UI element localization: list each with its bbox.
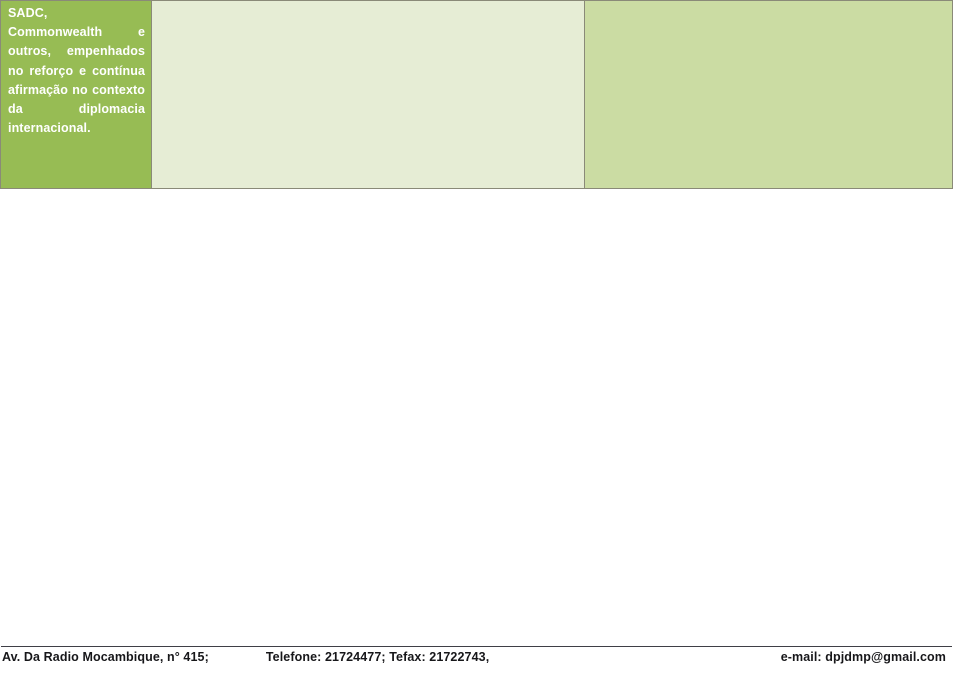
content-table: SADC, Commonwealth e outros, empenhados … xyxy=(0,0,953,189)
footer-content: Av. Da Radio Mocambique, n° 415; Telefon… xyxy=(0,650,960,664)
footer-phone: Telefone: 21724477; Tefax: 21722743, xyxy=(265,650,490,664)
institutions-cell-body: SADC, Commonwealth e outros, empenhados … xyxy=(8,6,145,117)
footer-email[interactable]: e-mail: dpjdmp@gmail.com xyxy=(781,650,946,664)
middle-cell-text xyxy=(152,1,584,4)
footer-address: Av. Da Radio Mocambique, n° 415; xyxy=(2,650,209,664)
table-cell-middle-empty xyxy=(151,0,585,189)
table-cell-right-empty xyxy=(584,0,953,189)
institutions-cell-last-line: internacional. xyxy=(8,121,91,136)
table-row: SADC, Commonwealth e outros, empenhados … xyxy=(0,0,953,189)
document-page: SADC, Commonwealth e outros, empenhados … xyxy=(0,0,960,676)
footer-divider xyxy=(1,646,952,647)
page-footer: Av. Da Radio Mocambique, n° 415; Telefon… xyxy=(0,646,960,676)
table-body: SADC, Commonwealth e outros, empenhados … xyxy=(0,0,953,189)
table-cell-institutions: SADC, Commonwealth e outros, empenhados … xyxy=(0,0,152,189)
right-cell-text xyxy=(585,1,952,4)
institutions-cell-text: SADC, Commonwealth e outros, empenhados … xyxy=(1,1,151,138)
